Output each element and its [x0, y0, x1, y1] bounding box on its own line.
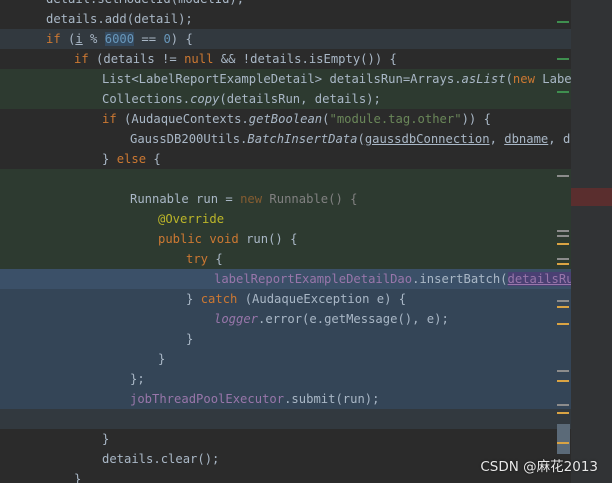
code-text: List<LabelReportExampleDetail> detailsRu… [102, 72, 571, 86]
code-line[interactable]: details.add(detail); [0, 9, 571, 29]
warning-marker[interactable] [557, 235, 569, 237]
code-line[interactable]: if (i % 6000 == 0) { [0, 29, 571, 49]
code-line[interactable]: Collections.copy(detailsRun, details); [0, 89, 571, 109]
code-text: Runnable run = new Runnable() { [130, 192, 358, 206]
code-line[interactable]: } [0, 329, 571, 349]
scrollbar-thumb[interactable] [557, 424, 570, 454]
warning-marker[interactable] [557, 263, 569, 265]
change-marker[interactable] [557, 58, 569, 60]
warning-marker[interactable] [557, 306, 569, 308]
warning-marker[interactable] [557, 243, 569, 245]
code-text: labelReportExampleDetailDao.insertBatch(… [214, 269, 571, 289]
code-text: try { [186, 252, 223, 266]
code-text: Collections.copy(detailsRun, details); [102, 92, 381, 106]
code-text: if (details != null && !details.isEmpty(… [74, 52, 397, 66]
code-text: } [186, 332, 194, 346]
warning-marker[interactable] [557, 370, 569, 372]
warning-marker[interactable] [557, 412, 569, 414]
warning-marker[interactable] [557, 300, 569, 302]
code-line[interactable]: try { [0, 249, 571, 269]
code-line[interactable]: } [0, 349, 571, 369]
warning-marker[interactable] [557, 380, 569, 382]
code-text: if (i % 6000 == 0) { [46, 32, 193, 46]
warning-marker[interactable] [557, 404, 569, 406]
code-line[interactable]: detail.setModelId(modelId); [0, 0, 571, 9]
code-line[interactable]: jobThreadPoolExecutor.submit(run); [0, 389, 571, 409]
code-line[interactable]: if (details != null && !details.isEmpty(… [0, 49, 571, 69]
code-line[interactable]: Runnable run = new Runnable() { [0, 189, 571, 209]
code-text: GaussDB200Utils.BatchInsertData(gaussdbC… [130, 132, 571, 146]
code-text: } [158, 352, 166, 366]
code-line[interactable]: } catch (AudaqueException e) { [0, 289, 571, 309]
code-text: } else { [102, 152, 161, 166]
code-line[interactable]: } [0, 429, 571, 449]
code-editor[interactable]: detail.setModelId(modelId); details.add(… [0, 0, 571, 483]
code-text: if (AudaqueContexts.getBoolean("module.t… [102, 112, 491, 126]
code-line[interactable]: labelReportExampleDetailDao.insertBatch(… [0, 269, 571, 289]
warning-marker[interactable] [557, 442, 569, 444]
error-region [571, 188, 612, 206]
code-line[interactable]: @Override [0, 209, 571, 229]
code-text: } [102, 432, 110, 446]
code-text: }; [130, 372, 145, 386]
code-text: public void run() { [158, 232, 298, 246]
code-line[interactable]: } else { [0, 149, 571, 169]
code-text: details.clear(); [102, 452, 220, 466]
code-line[interactable]: GaussDB200Utils.BatchInsertData(gaussdbC… [0, 129, 571, 149]
code-text: logger.error(e.getMessage(), e); [214, 312, 449, 326]
scrollbar-marker-gutter[interactable] [557, 0, 612, 483]
code-text: } [74, 472, 82, 483]
code-text: detail.setModelId(modelId); [46, 0, 244, 9]
watermark-text: CSDN @麻花2013 [480, 459, 598, 475]
code-text: } catch (AudaqueException e) { [186, 292, 407, 306]
code-line[interactable]: logger.error(e.getMessage(), e); [0, 309, 571, 329]
code-line[interactable]: List<LabelReportExampleDetail> detailsRu… [0, 69, 571, 89]
code-text: details.add(detail); [46, 12, 193, 26]
code-text: jobThreadPoolExecutor.submit(run); [130, 392, 380, 406]
warning-marker[interactable] [557, 230, 569, 232]
code-line[interactable]: public void run() { [0, 229, 571, 249]
warning-marker[interactable] [557, 258, 569, 260]
code-text: @Override [158, 212, 225, 226]
change-marker[interactable] [557, 175, 569, 177]
warning-marker[interactable] [557, 323, 569, 325]
change-marker[interactable] [557, 91, 569, 93]
code-line[interactable]: if (AudaqueContexts.getBoolean("module.t… [0, 109, 571, 129]
code-line[interactable] [0, 409, 571, 429]
change-marker[interactable] [557, 21, 569, 23]
code-line[interactable] [0, 169, 571, 189]
code-line[interactable]: }; [0, 369, 571, 389]
